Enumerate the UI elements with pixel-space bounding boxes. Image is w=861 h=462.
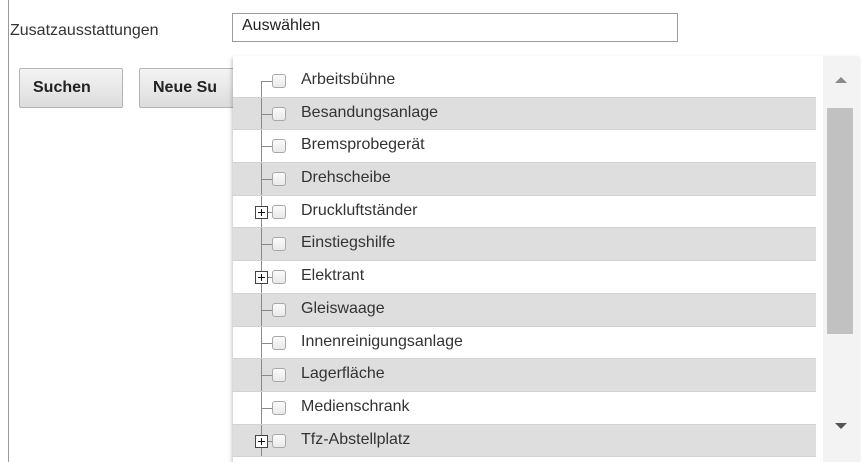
plus-box-icon[interactable] <box>255 271 268 285</box>
tree-item[interactable]: Gleiswaage <box>233 293 816 327</box>
tree-item-label: Besandungsanlage <box>301 103 439 121</box>
tree-connector <box>261 375 272 377</box>
arrow-down-icon <box>835 423 847 429</box>
scroll-down-button[interactable] <box>823 412 859 440</box>
dropdown-panel: Arbeitsbühne Besandungsanlage Bremsprobege… <box>233 56 859 462</box>
tree-item-label: Gleiswaage <box>301 299 385 317</box>
tree-item-label: Medienschrank <box>301 397 410 415</box>
tree-item-label: Innenreinigungsanlage <box>301 332 463 350</box>
checkbox[interactable] <box>272 172 286 187</box>
tree-item[interactable]: Tfz-Abstellplatz <box>233 424 816 458</box>
tree-connector <box>261 179 272 181</box>
plus-box-icon[interactable] <box>255 205 268 219</box>
options-tree: Arbeitsbühne Besandungsanlage Bremsprobege… <box>233 65 816 458</box>
new-search-button[interactable]: Neue Su <box>139 68 237 108</box>
tree-connector <box>261 146 272 148</box>
arrow-up-icon <box>835 77 847 83</box>
tree-item[interactable]: Besandungsanlage <box>233 97 816 131</box>
checkbox[interactable] <box>272 74 286 88</box>
tree-connector <box>261 309 272 311</box>
tree-item[interactable]: Elektrant <box>233 261 816 294</box>
tree-connector <box>261 81 262 97</box>
scrollbar[interactable] <box>823 56 859 462</box>
scroll-up-button[interactable] <box>823 66 859 94</box>
checkbox[interactable] <box>272 335 286 350</box>
checkbox[interactable] <box>272 237 286 252</box>
tree-item[interactable]: Bremsprobegerät <box>233 130 816 164</box>
page-left-border <box>8 0 9 462</box>
checkbox[interactable] <box>272 270 286 285</box>
tree-item-label: Drehscheibe <box>301 169 391 187</box>
tree-item[interactable]: Druckluftständer <box>233 195 816 229</box>
tree-item-label: Arbeitsbühne <box>301 71 396 88</box>
scroll-thumb[interactable] <box>827 108 853 334</box>
tree-connector <box>261 407 272 409</box>
zusatzausstattungen-select[interactable]: Auswählen <box>232 13 678 42</box>
tree-item-label: Elektrant <box>301 267 365 285</box>
tree-item[interactable]: Drehscheibe <box>233 163 816 196</box>
search-button[interactable]: Suchen <box>19 68 123 108</box>
tree-item-label: Lagerfläche <box>301 365 385 383</box>
checkbox[interactable] <box>272 400 286 415</box>
tree-connector <box>261 244 272 246</box>
checkbox[interactable] <box>272 368 286 383</box>
tree-item[interactable]: Lagerfläche <box>233 359 816 392</box>
tree-item[interactable]: Arbeitsbühne <box>233 65 816 98</box>
checkbox[interactable] <box>272 433 286 448</box>
checkbox[interactable] <box>272 139 286 154</box>
tree-connector <box>261 342 272 344</box>
plus-box-icon[interactable] <box>255 434 268 448</box>
checkbox[interactable] <box>272 106 286 121</box>
tree-item[interactable]: Einstiegshilfe <box>233 228 816 262</box>
zusatzausstattungen-label: Zusatzausstattungen <box>10 22 159 39</box>
tree-connector <box>261 113 272 115</box>
tree-item[interactable]: Medienschrank <box>233 391 816 425</box>
tree-item-label: Druckluftständer <box>301 201 418 219</box>
tree-item-label: Tfz-Abstellplatz <box>301 430 411 448</box>
tree-item[interactable]: Innenreinigungsanlage <box>233 326 816 360</box>
checkbox[interactable] <box>272 302 286 317</box>
tree-item-label: Bremsprobegerät <box>301 136 425 154</box>
tree-connector <box>261 81 272 82</box>
tree-item-label: Einstiegshilfe <box>301 234 396 252</box>
checkbox[interactable] <box>272 204 286 219</box>
